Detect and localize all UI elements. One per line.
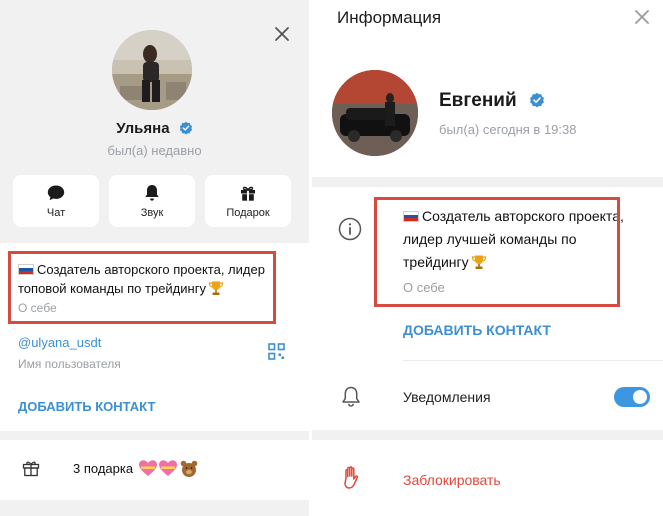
bell-icon (145, 185, 159, 201)
divider (403, 360, 663, 361)
gift-emojis (139, 460, 198, 477)
qr-code-icon[interactable] (268, 343, 285, 360)
profile-compare-screen: Ульяна был(а) недавно Чат Звук Подарок С… (0, 0, 663, 516)
info-icon (338, 217, 362, 241)
avatar[interactable] (112, 30, 192, 110)
avatar[interactable] (332, 70, 418, 156)
chat-button[interactable]: Чат (13, 175, 99, 227)
sound-button-label: Звук (140, 207, 164, 219)
close-icon[interactable] (272, 24, 292, 44)
block-button[interactable]: Заблокировать (403, 472, 501, 488)
add-contact-button[interactable]: ДОБАВИТЬ КОНТАКТ (18, 399, 155, 414)
add-contact-button[interactable]: ДОБАВИТЬ КОНТАКТ (403, 322, 551, 338)
username-link[interactable]: @ulyana_usdt (18, 335, 101, 350)
gift-button-label: Подарок (226, 207, 270, 219)
bell-icon (342, 386, 360, 407)
close-icon[interactable] (632, 7, 652, 27)
gifts-row[interactable]: 3 подарка (0, 440, 309, 500)
section-separator (312, 177, 663, 187)
highlight-box (374, 197, 620, 307)
profile-name-row: Евгений (439, 90, 545, 112)
notifications-toggle[interactable] (614, 387, 650, 407)
profile-name-row: Ульяна (0, 120, 309, 137)
gift-icon (22, 461, 40, 477)
verified-icon (529, 92, 544, 108)
verified-icon (179, 121, 192, 135)
gift-icon (241, 186, 255, 201)
username-label: Имя пользователя (18, 357, 121, 371)
profile-name: Евгений (439, 90, 517, 111)
section-separator (312, 430, 663, 440)
last-seen-status: был(а) сегодня в 19:38 (439, 122, 577, 137)
highlight-box (8, 251, 276, 324)
gift-button[interactable]: Подарок (205, 175, 291, 227)
chat-icon (47, 185, 65, 201)
chat-button-label: Чат (46, 207, 66, 219)
panel-title: Информация (337, 8, 442, 27)
last-seen-status: был(а) недавно (107, 143, 202, 158)
sound-button[interactable]: Звук (109, 175, 195, 227)
notifications-label: Уведомления (403, 389, 491, 405)
toggle-knob (633, 390, 647, 404)
profile-name: Ульяна (116, 120, 170, 137)
block-hand-icon (344, 466, 359, 489)
gifts-count: 3 подарка (73, 461, 134, 476)
